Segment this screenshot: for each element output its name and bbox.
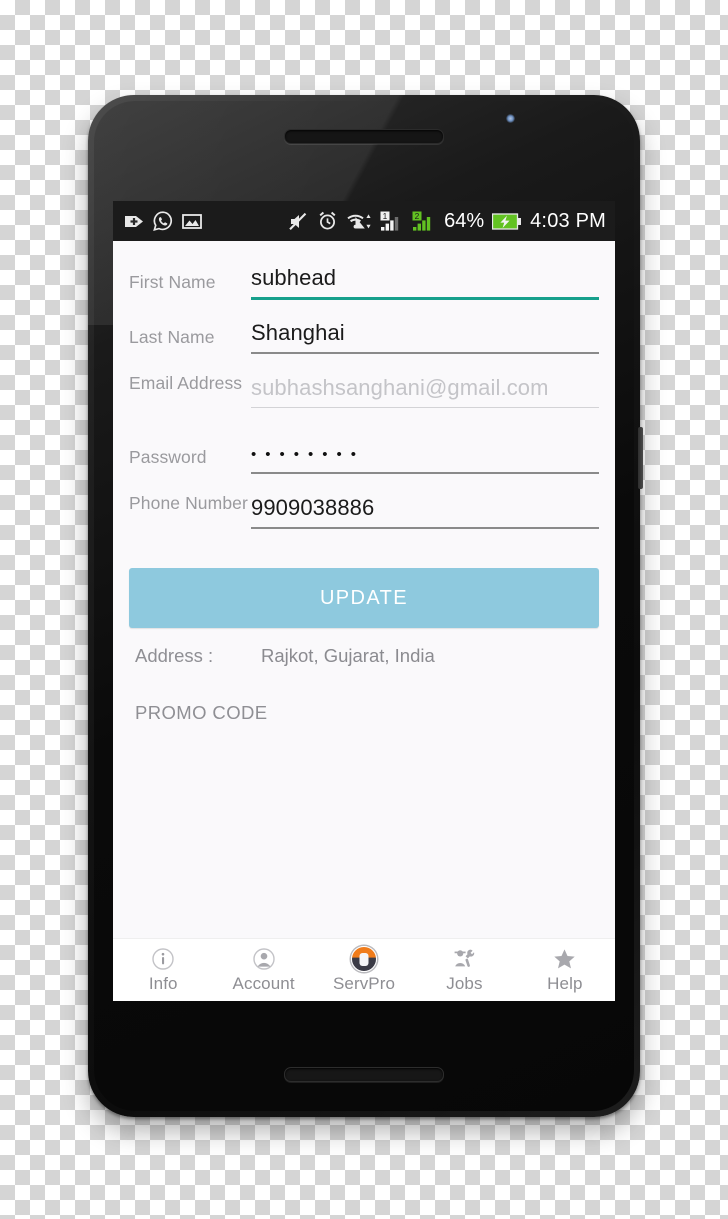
phone-number-value: 9909038886 [251, 495, 375, 520]
field-row-phone-number: Phone Number 9909038886 [129, 489, 599, 543]
battery-charging-icon [492, 212, 522, 230]
clock-label: 4:03 PM [530, 209, 606, 232]
gallery-icon [182, 213, 202, 229]
tab-account[interactable]: Account [213, 946, 313, 994]
worker-wrench-icon [452, 946, 476, 972]
phone-screen: 1 2 64% 4:03 PM First Name subhead Last … [113, 201, 615, 1001]
tab-servpro-label: ServPro [332, 974, 396, 993]
last-name-value: Shanghai [251, 320, 345, 345]
password-masked-value: •••••••• [251, 446, 366, 463]
status-bar-notification-icons [124, 211, 202, 231]
star-icon [552, 946, 577, 972]
tab-account-label: Account [232, 974, 295, 993]
last-name-input[interactable]: Shanghai [251, 314, 599, 354]
earpiece-speaker [284, 129, 444, 144]
password-underline [251, 472, 599, 474]
password-input[interactable]: •••••••• [251, 434, 599, 474]
profile-form: First Name subhead Last Name Shanghai Em… [113, 241, 615, 724]
email-address-value: subhashsanghani@gmail.com [251, 375, 549, 400]
svg-text:1: 1 [383, 211, 388, 221]
wifi-icon [347, 213, 371, 228]
first-name-underline-focused [251, 297, 599, 300]
sim1-signal-icon: 1 [380, 211, 399, 231]
tab-help-label: Help [547, 974, 583, 993]
phone-device-frame: 1 2 64% 4:03 PM First Name subhead Last … [88, 95, 643, 1117]
person-circle-icon [252, 946, 276, 972]
update-button[interactable]: UPDATE [129, 568, 599, 628]
info-circle-icon [151, 946, 175, 972]
email-address-underline [251, 407, 599, 409]
battery-percent-label: 64% [444, 209, 485, 232]
download-plus-icon [125, 215, 143, 227]
bottom-speaker-grille [284, 1067, 444, 1082]
phone-number-underline [251, 527, 599, 529]
tab-info[interactable]: Info [113, 946, 213, 994]
email-address-label: Email Address [129, 373, 243, 393]
mute-icon [289, 212, 307, 230]
sim2-signal-icon: 2 [412, 211, 431, 231]
field-row-last-name: Last Name Shanghai [129, 314, 599, 358]
field-row-password: Password •••••••• [129, 434, 599, 478]
last-name-underline [251, 352, 599, 354]
status-bar: 1 2 64% 4:03 PM [113, 201, 615, 241]
first-name-input[interactable]: subhead [251, 259, 599, 300]
address-row: Address : Rajkot, Gujarat, India [135, 645, 599, 667]
tab-info-label: Info [148, 974, 178, 993]
notification-led [506, 114, 515, 123]
tab-jobs[interactable]: Jobs [414, 946, 514, 994]
bottom-tab-bar: Info Account ServPro Jobs Help [113, 938, 615, 1001]
tab-jobs-label: Jobs [446, 974, 483, 993]
phone-number-input[interactable]: 9909038886 [251, 489, 599, 529]
status-bar-system-icons: 1 2 64% 4:03 PM [288, 210, 606, 233]
address-label: Address : [135, 645, 214, 666]
svg-text:2: 2 [415, 211, 420, 221]
phone-number-label: Phone Number [129, 493, 248, 513]
tab-help[interactable]: Help [515, 946, 615, 994]
address-value: Rajkot, Gujarat, India [261, 645, 435, 666]
field-row-first-name: First Name subhead [129, 259, 599, 303]
email-address-input[interactable]: subhashsanghani@gmail.com [251, 369, 599, 409]
first-name-value: subhead [251, 265, 337, 290]
first-name-label: First Name [129, 272, 216, 292]
power-button[interactable] [638, 427, 643, 489]
alarm-icon [319, 211, 336, 230]
promo-code-label[interactable]: PROMO CODE [135, 702, 599, 724]
whatsapp-icon [153, 211, 173, 231]
tab-servpro[interactable]: ServPro [314, 946, 414, 994]
field-row-email-address: Email Address subhashsanghani@gmail.com [129, 369, 599, 423]
last-name-label: Last Name [129, 327, 215, 347]
servpro-logo-icon [351, 946, 378, 972]
password-label: Password [129, 447, 207, 467]
